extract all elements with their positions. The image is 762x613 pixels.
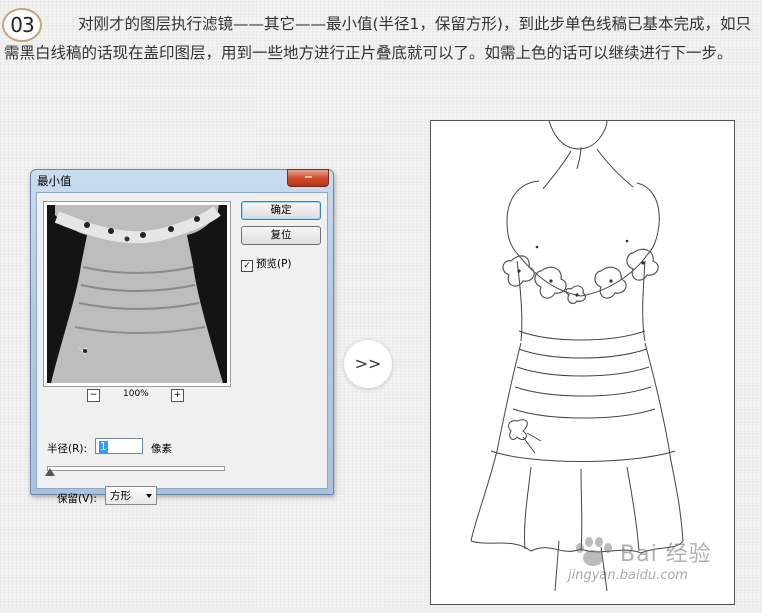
preview-checkbox-row[interactable]: ✓ 预览(P) [241,256,292,272]
dialog-title: 最小值 [37,174,72,188]
zoom-level: 100% [123,389,149,399]
radius-slider-track[interactable] [47,466,225,471]
baidu-jingyan-watermark: Bai 经验 jingyan.baidu.com [568,536,748,592]
chevron-down-icon [146,494,152,498]
instruction-paragraph: 对刚才的图层执行滤镜——其它——最小值(半径1，保留方形)，到此步单色线稿已基本… [4,10,756,68]
dress-sketch-graphic [470,121,684,592]
result-line-drawing [430,120,735,605]
filter-preview[interactable] [43,201,231,387]
instruction-text: 对刚才的图层执行滤镜——其它——最小值(半径1，保留方形)，到此步单色线稿已基本… [4,15,751,62]
zoom-out-button[interactable]: − [87,389,100,402]
zoom-in-button[interactable]: + [171,389,184,402]
preview-checkbox-label: 预览(P) [256,258,292,270]
radius-input[interactable]: 1 [95,438,143,454]
watermark-brand: Bai 经验 [620,542,712,567]
radius-slider-thumb[interactable] [45,468,55,476]
reset-button[interactable]: 复位 [241,226,321,245]
minimum-filter-dialog: 最小值 − 100% + 确定 复位 ✓ 预览(P) 半径(R): 1 像素 保… [30,169,334,505]
preview-image [47,205,227,383]
paw-logo-icon [576,537,612,566]
ok-button[interactable]: 确定 [241,201,321,220]
preserve-label: 保留(V): [57,493,97,505]
zoom-control: − 100% + [87,389,187,403]
close-button[interactable] [287,169,329,187]
radius-value: 1 [99,441,108,453]
radius-unit: 像素 [151,443,172,455]
dialog-body: − 100% + 确定 复位 ✓ 预览(P) 半径(R): 1 像素 保留(V):… [36,192,328,505]
preserve-selected-value: 方形 [110,490,131,502]
next-arrow-icon: >> [344,340,392,388]
preserve-select[interactable]: 方形 [105,486,157,505]
radius-label: 半径(R): [47,443,88,455]
watermark-url: jingyan.baidu.com [568,568,688,583]
preview-checkbox[interactable]: ✓ [241,260,253,272]
dress-preview-graphic [47,205,227,383]
